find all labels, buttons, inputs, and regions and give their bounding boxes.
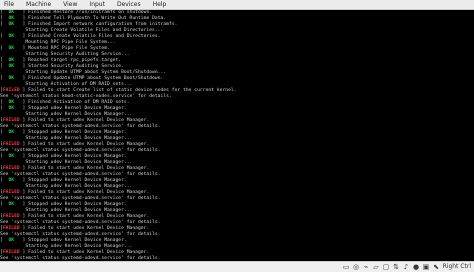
console-message: Starting Security Auditing Service...	[0, 52, 130, 57]
host-key-label: Right Ctrl	[442, 263, 471, 270]
usb-icon[interactable]: ⌁	[362, 263, 370, 271]
console-message: Starting Update UTMP about System Boot/S…	[0, 70, 167, 75]
status-tag: OK	[2, 106, 20, 111]
menu-devices[interactable]: Devices	[117, 0, 141, 9]
console-message: See 'systemctl status systemd-udevd.serv…	[0, 124, 161, 129]
console-message: ] Failed to start udev Kernel Device Man…	[19, 142, 150, 147]
optical-drive-icon[interactable]: ◎	[352, 263, 360, 271]
console-message: ] Finished Create Volatile Files and Dir…	[19, 34, 161, 39]
audio-icon[interactable]: ♪	[402, 263, 410, 271]
status-tag: FAILED	[2, 88, 20, 93]
menu-help[interactable]: Help	[153, 0, 167, 9]
console-message: See 'systemctl status systemd-udevd.serv…	[0, 172, 161, 177]
console-message: ] Failed to start udev Kernel Device Man…	[19, 226, 150, 231]
display-icon[interactable]: ▢	[382, 263, 390, 271]
console-message: Starting udev Kernel Device Manager...	[0, 184, 133, 189]
status-tag: FAILED	[2, 118, 20, 123]
console-message: Starting Create Volatile Files and Direc…	[0, 28, 164, 33]
console-message: ] Finished Import network configuration …	[19, 22, 178, 27]
shared-folder-icon[interactable]: ▱	[372, 263, 380, 271]
mouse-icon[interactable]: ⬉	[432, 263, 440, 271]
status-tag: OK	[2, 46, 20, 51]
console-message: ] Stopped udev Kernel Device Manager.	[19, 154, 127, 159]
status-tag: OK	[2, 178, 20, 183]
status-tag: OK	[2, 58, 20, 63]
console-message: ] Finished Activation of DM RAID sets.	[19, 100, 130, 105]
console-message: ] Started Security Auditing Service.	[19, 64, 124, 69]
console-message: Starting udev Kernel Device Manager...	[0, 112, 133, 117]
console-message: Starting udev Kernel Device Manager...	[0, 160, 133, 165]
console-message: Starting Activation of DM RAID sets...	[0, 82, 133, 87]
status-tag: OK	[2, 130, 20, 135]
menu-machine[interactable]: Machine	[26, 0, 51, 9]
capture-icon[interactable]: ●	[412, 263, 420, 271]
console-message: ] Stopped udev Kernel Device Manager.	[19, 202, 127, 207]
status-tag: OK	[2, 64, 20, 69]
console-message: ] Finished Update UTMP about System Boot…	[19, 76, 164, 81]
console-message: Mounting RPC Pipe File System...	[0, 40, 116, 45]
console-message: ] Failed to start udev Kernel Device Man…	[19, 250, 150, 255]
console-message: ] Stopped udev Kernel Device Manager.	[19, 130, 127, 135]
console-message: ] Failed to start udev Kernel Device Man…	[19, 214, 150, 219]
status-tag: OK	[2, 10, 20, 15]
console-message: Starting udev Kernel Device Manager...	[0, 208, 133, 213]
status-tag: OK	[2, 238, 20, 243]
console-message: ] Failed to start Create list of static …	[19, 88, 237, 93]
console-message: ] Failed to start udev Kernel Device Man…	[19, 166, 150, 171]
console-screen[interactable]: [ OK ] Finished Restore /run/initramfs o…	[0, 10, 474, 261]
status-tag: OK	[2, 100, 20, 105]
status-tag: OK	[2, 154, 20, 159]
console-message: See 'systemctl status systemd-udevd.serv…	[0, 232, 161, 237]
console-message: See 'systemctl status systemd-udevd.serv…	[0, 196, 161, 201]
console-message: ] Finished Restore /run/initramfs on shu…	[19, 10, 153, 15]
hdd-icon[interactable]: ▭	[342, 263, 350, 271]
console-message: Starting udev Kernel Device Manager...	[0, 136, 133, 141]
status-tag: OK	[2, 34, 20, 39]
console-message: ] Failed to start udev Kernel Device Man…	[19, 118, 150, 123]
menu-input[interactable]: Input	[89, 0, 105, 9]
menubar: File Machine View Input Devices Help	[0, 0, 474, 10]
console-message: Starting udev Kernel Device Manager...	[0, 244, 133, 249]
status-tag: OK	[2, 76, 20, 81]
status-tag: FAILED	[2, 214, 20, 219]
console-message: See 'systemctl status systemd-udevd.serv…	[0, 148, 161, 153]
menu-view[interactable]: View	[63, 0, 77, 9]
console-message: See 'systemctl status systemd-udevd.serv…	[0, 220, 161, 225]
status-tag: FAILED	[2, 226, 20, 231]
console-message: ] Failed to start udev Kernel Device Man…	[19, 190, 150, 195]
cpu-icon[interactable]: ▣	[422, 263, 430, 271]
status-tag: OK	[2, 202, 20, 207]
status-tag: FAILED	[2, 166, 20, 171]
status-tag: OK	[2, 16, 20, 21]
network-icon[interactable]: ⇅	[392, 263, 400, 271]
console-message: ] Stopped udev Kernel Device Manager.	[19, 178, 127, 183]
console-message: ] Mounted RPC Pipe File System.	[19, 46, 110, 51]
console-message: ] Stopped udev Kernel Device Manager.	[19, 106, 127, 111]
status-bar: ▭ ◎ ⌁ ▱ ▢ ⇅ ♪ ● ▣ ⬉ Right Ctrl	[0, 261, 474, 272]
console-message: ] Stopped udev Kernel Device Manager.	[19, 238, 127, 243]
console-message: See 'systemctl status kmod-static-nodes.…	[0, 94, 172, 99]
vm-window: File Machine View Input Devices Help [ OK ] F…	[0, 0, 474, 272]
status-tag: FAILED	[2, 142, 20, 147]
status-tag: OK	[2, 22, 20, 27]
status-tag: FAILED	[2, 190, 20, 195]
menu-file[interactable]: File	[4, 0, 14, 9]
console-message: ] Finished Tell Plymouth To Write Out Ru…	[19, 16, 167, 21]
console-message: ] Reached target rpc_pipefs.target.	[19, 58, 122, 63]
status-tag: FAILED	[2, 250, 20, 255]
status-icons: ▭ ◎ ⌁ ▱ ▢ ⇅ ♪ ● ▣ ⬉	[342, 263, 440, 271]
